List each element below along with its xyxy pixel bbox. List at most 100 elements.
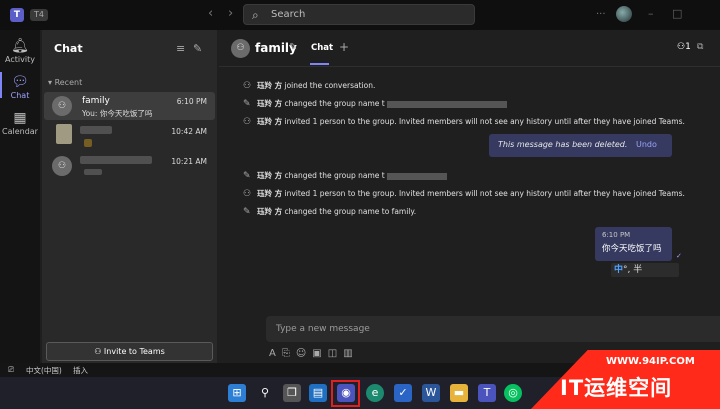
event-text: changed the group name to family. [282, 207, 417, 216]
gif-icon[interactable]: ▣ [312, 348, 321, 359]
redacted-preview [84, 139, 92, 147]
app-rail: 🔔︎ Activity 💬︎ Chat ▦ Calendar [0, 30, 40, 370]
group-avatar-icon: ⚇ [52, 156, 72, 176]
rail-label-chat: Chat [10, 91, 30, 100]
message-time: 6:10 PM [602, 231, 631, 239]
event-actor: 珏羚 方 [257, 171, 283, 180]
conversation-header: ⚇ family ✎ Chat + ⚇1 ⧉ [219, 30, 720, 67]
chat-item-blurred-2[interactable]: ⚇ 10:21 AM [44, 152, 215, 180]
popout-icon[interactable]: ⧉ [697, 42, 703, 52]
redacted-preview [84, 169, 102, 175]
system-event: ✎ 珏羚 方 changed the group name to family. [243, 206, 416, 217]
conversation-pane: ⚇ family ✎ Chat + ⚇1 ⧉ ⚇ 珏羚 方 joined the … [219, 30, 720, 370]
event-actor: 珏羚 方 [257, 189, 283, 198]
forward-arrow-icon[interactable]: › [228, 6, 233, 21]
ime-status-widget: 中°, 半 [611, 263, 679, 277]
windows-start-icon[interactable]: ⊞ [228, 384, 246, 402]
redacted-name [80, 156, 152, 164]
avatar [56, 124, 72, 144]
search-icon: ⌕ [252, 8, 259, 22]
chat-list-pane: Chat ≡ ✎ ▾ Recent ⚇ family You: 你今天吃饭了吗 … [42, 30, 217, 370]
chat-name: family [82, 96, 110, 106]
chat-icon: 💬︎ [11, 74, 29, 90]
todo-icon[interactable]: ✓ [394, 384, 412, 402]
back-arrow-icon[interactable]: ‹ [208, 6, 213, 21]
new-chat-icon[interactable]: ✎ [193, 42, 202, 55]
event-actor: 珏羚 方 [257, 117, 283, 126]
ime-bar-icon: ⎚ [8, 365, 14, 374]
recent-label: Recent [54, 78, 83, 87]
edge-icon[interactable]: e [366, 384, 384, 402]
search-box[interactable]: ⌕ Search [243, 4, 475, 25]
chat-item-blurred-1[interactable]: 10:42 AM [44, 122, 215, 150]
task-view-icon[interactable]: ❐ [283, 384, 301, 402]
my-message-bubble[interactable]: 6:10 PM 你今天吃饭了吗 [595, 227, 672, 261]
ime-rest: °, 半 [623, 265, 643, 275]
person-add-icon: ⚇ [94, 347, 104, 356]
group-avatar-icon: ⚇ [52, 96, 72, 116]
maximize-button[interactable]: □ [672, 7, 682, 20]
watermark-url: WWW.94IP.COM [606, 356, 695, 367]
sticker-icon[interactable]: ◫ [328, 348, 337, 359]
format-icon[interactable]: A [269, 348, 276, 359]
account-badge: T4 [30, 9, 48, 21]
profile-avatar[interactable] [616, 6, 632, 22]
pencil-icon: ✎ [243, 171, 251, 181]
chat-time: 10:21 AM [171, 157, 207, 166]
system-event: ⚇ 珏羚 方 invited 1 person to the group. Inv… [243, 188, 685, 199]
event-text: joined the conversation. [282, 81, 376, 90]
recent-section-header[interactable]: ▾ Recent [48, 78, 82, 87]
filter-icon[interactable]: ≡ [176, 42, 185, 55]
deleted-message-text: This message has been deleted. [498, 140, 628, 149]
chat-time: 10:42 AM [171, 127, 207, 136]
event-text: changed the group name t [282, 99, 385, 108]
word-icon[interactable]: W [422, 384, 440, 402]
person-add-icon: ⚇ [243, 117, 252, 127]
widgets-icon[interactable]: ▤ [309, 384, 327, 402]
participants-count: 1 [685, 42, 691, 52]
more-options-icon[interactable]: ··· [596, 9, 606, 20]
search-placeholder: Search [271, 9, 306, 20]
teams-icon[interactable]: T [478, 384, 496, 402]
tab-chat[interactable]: Chat [311, 43, 333, 53]
event-actor: 珏羚 方 [257, 207, 283, 216]
rail-item-chat[interactable]: 💬︎ Chat [0, 74, 40, 100]
event-text: invited 1 person to the group. Invited m… [282, 189, 685, 198]
event-actor: 珏羚 方 [257, 81, 283, 90]
system-event: ⚇ 珏羚 方 invited 1 person to the group. Inv… [243, 116, 685, 127]
compose-toolbar: A ⎘ ☺ ▣ ◫ ▥ [269, 348, 359, 359]
bell-icon: 🔔︎ [11, 38, 29, 54]
system-event: ⚇ 珏羚 方 joined the conversation. [243, 80, 375, 91]
rail-label-activity: Activity [5, 55, 35, 64]
stats-icon[interactable]: ▥ [343, 348, 352, 359]
attach-icon[interactable]: ⎘ [282, 348, 290, 359]
chat-preview: You: 你今天吃饭了吗 [82, 109, 153, 118]
message-text: 你今天吃饭了吗 [602, 244, 662, 254]
undo-button[interactable]: Undo [636, 140, 657, 149]
system-event: ✎ 珏羚 方 changed the group name t [243, 98, 507, 109]
message-input[interactable] [266, 316, 720, 342]
rail-label-calendar: Calendar [2, 127, 38, 136]
highlight-frame [331, 380, 360, 407]
tab-active-underline [310, 63, 329, 65]
title-bar: T T4 ‹ › ⌕ Search ··· – □ [0, 0, 720, 30]
redacted-text [386, 100, 507, 108]
add-tab-icon[interactable]: + [339, 40, 349, 54]
invite-to-teams-button[interactable]: ⚇ Invite to Teams [46, 342, 213, 361]
search-icon[interactable]: ⚲ [256, 384, 274, 402]
wechat-icon[interactable]: ◎ [504, 384, 522, 402]
people-icon: ⚇ [677, 42, 686, 52]
emoji-icon[interactable]: ☺ [296, 348, 306, 359]
pencil-icon: ✎ [243, 207, 251, 217]
calendar-icon: ▦ [13, 110, 27, 126]
rail-item-calendar[interactable]: ▦ Calendar [0, 110, 40, 136]
participants-button[interactable]: ⚇1 [677, 42, 691, 52]
person-add-icon: ⚇ [243, 81, 252, 91]
minimize-button[interactable]: – [648, 7, 654, 20]
file-explorer-icon[interactable]: ▬ [450, 384, 468, 402]
redacted-name [80, 126, 112, 134]
compose-box[interactable] [266, 316, 720, 342]
chat-item-family[interactable]: ⚇ family You: 你今天吃饭了吗 6:10 PM [44, 92, 215, 120]
edit-name-icon[interactable]: ✎ [289, 42, 297, 53]
rail-item-activity[interactable]: 🔔︎ Activity [0, 38, 40, 64]
